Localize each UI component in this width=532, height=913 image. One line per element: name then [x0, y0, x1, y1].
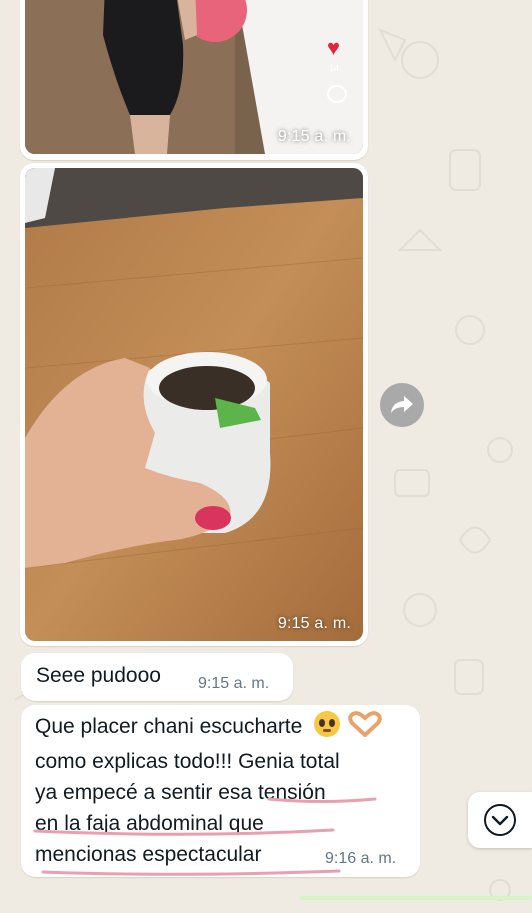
message-timestamp: 9:15 a. m.: [277, 615, 351, 632]
message-line-1: Que placer chani escucharte: [35, 711, 382, 746]
message-line-2: como explicas todo!!! Genia total: [35, 750, 340, 773]
pleading-face-emoji: [314, 711, 341, 737]
message-timestamp: 9:16 a. m.: [325, 850, 397, 867]
message-line-3: ya empecé a sentir esa tensión: [35, 781, 326, 804]
forward-button[interactable]: [380, 383, 424, 427]
message-timestamp: 9:15 a. m.: [277, 128, 351, 145]
image-message-1[interactable]: ♥ 14 9:15 a. m.: [20, 0, 368, 160]
message-body: Que placer chani escucharte como explica…: [35, 711, 382, 870]
message-text: Seee pudooo: [36, 664, 161, 687]
heart-hands-emoji: [348, 711, 382, 746]
exercise-video-thumbnail[interactable]: ♥ 14 9:15 a. m.: [25, 0, 363, 154]
chevron-down-icon: [484, 804, 516, 836]
scroll-down-button[interactable]: [468, 792, 532, 848]
heart-icon[interactable]: ♥: [327, 37, 340, 59]
plant-pot-image: [25, 168, 363, 641]
plant-photo[interactable]: 9:15 a. m.: [25, 168, 363, 641]
text-message-3[interactable]: Seee pudooo 9:15 a. m.: [21, 653, 293, 701]
likes-count: 14: [329, 63, 340, 73]
message-line-4: en la faja abdominal que: [35, 812, 264, 835]
bottom-divider: [300, 896, 532, 900]
image-message-2[interactable]: 9:15 a. m.: [20, 163, 368, 646]
comment-icon[interactable]: [327, 85, 347, 103]
forward-arrow-icon: [391, 396, 413, 413]
text-message-4[interactable]: Que placer chani escucharte como explica…: [21, 705, 420, 877]
message-timestamp: 9:15 a. m.: [198, 675, 270, 692]
